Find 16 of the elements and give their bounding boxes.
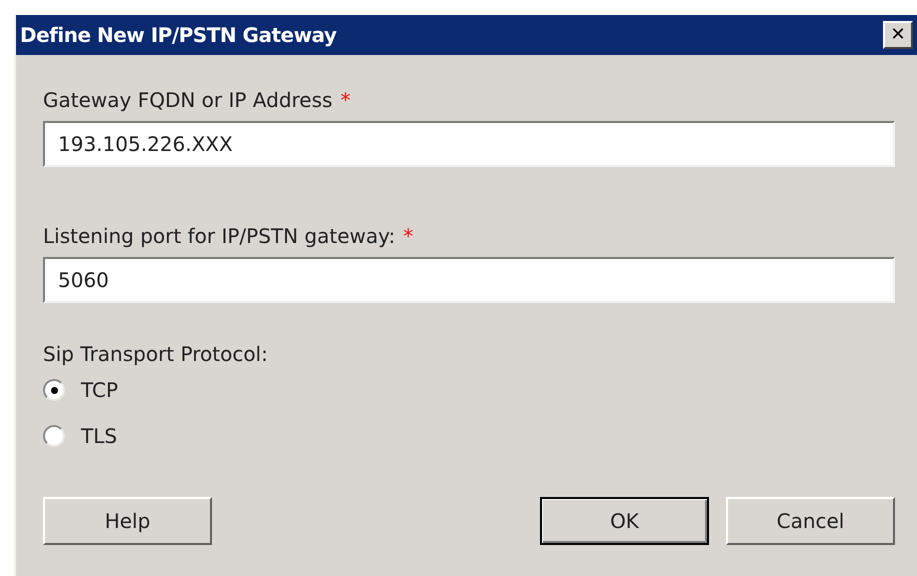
window-title: Define New IP/PSTN Gateway xyxy=(20,22,336,49)
close-button[interactable]: ✕ xyxy=(883,21,913,49)
radio-button[interactable] xyxy=(43,379,65,401)
required-mark: * xyxy=(403,223,414,250)
text-field[interactable]: 5060 xyxy=(43,257,895,303)
field-label: Listening port for IP/PSTN gateway: xyxy=(43,223,396,250)
dialog-button[interactable]: Cancel xyxy=(726,497,895,545)
field-label: Gateway FQDN or IP Address xyxy=(43,87,332,114)
field-label: Sip Transport Protocol: xyxy=(43,341,269,368)
text-field[interactable]: 193.105.226.XXX xyxy=(43,121,895,167)
radio-label: TCP xyxy=(81,377,118,404)
dialog-button[interactable]: OK xyxy=(540,497,709,545)
radio-label: TLS xyxy=(81,423,118,450)
dialog-button[interactable]: Help xyxy=(43,497,212,545)
radio-button[interactable] xyxy=(43,425,65,447)
required-mark: * xyxy=(340,87,350,114)
